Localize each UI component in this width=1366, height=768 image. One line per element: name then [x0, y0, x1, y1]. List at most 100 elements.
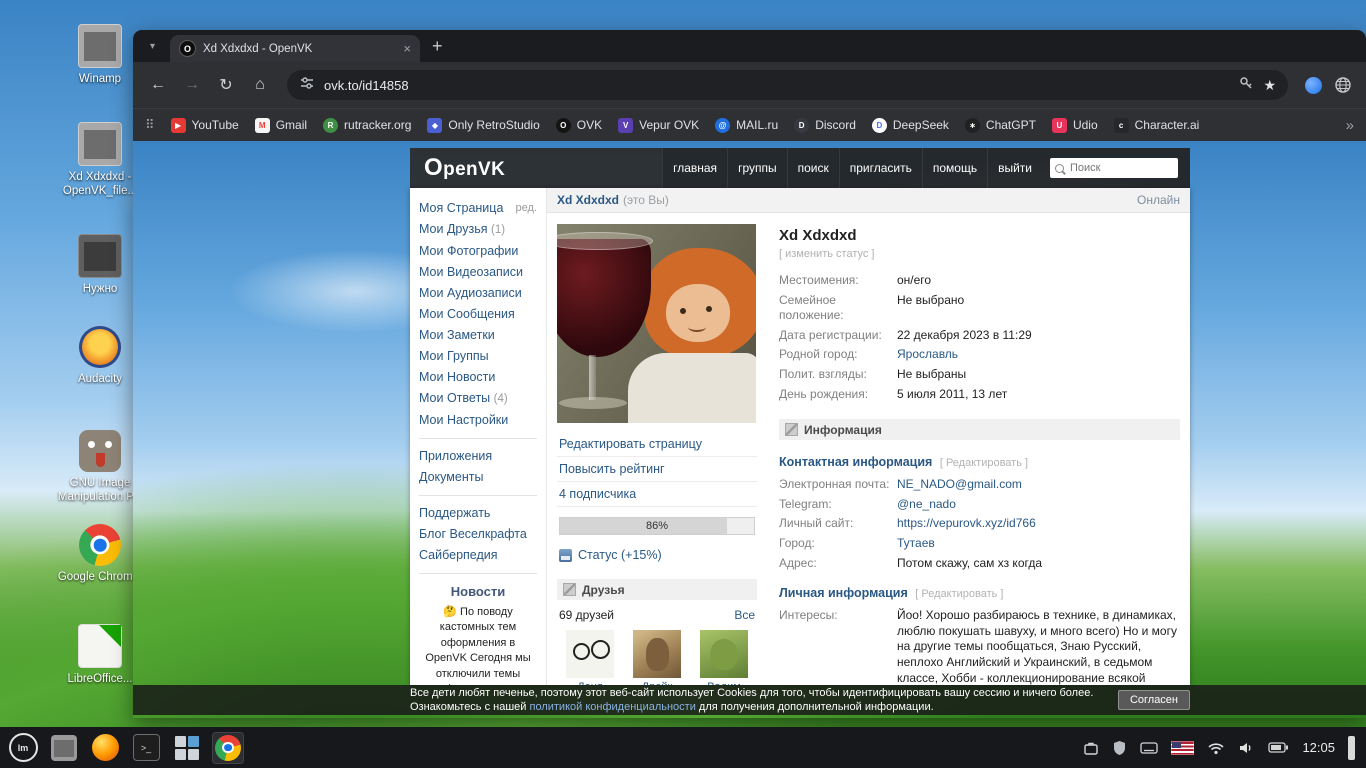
sidebar-item-settings[interactable]: Мои Настройки: [419, 410, 537, 431]
openvk-logo[interactable]: OpenVK: [410, 154, 519, 182]
friend-avatar[interactable]: [633, 630, 681, 678]
sidebar-item-groups[interactable]: Мои Группы: [419, 346, 537, 367]
edit-page-link[interactable]: Редактировать страницу: [557, 432, 757, 457]
sidebar-item-news[interactable]: Мои Новости: [419, 367, 537, 388]
archive-tray-icon[interactable]: [1083, 740, 1099, 756]
sidebar-item-cyberpedia[interactable]: Сайберпедия: [419, 545, 537, 566]
sidebar-item-audios[interactable]: Мои Аудиозаписи: [419, 283, 537, 304]
telegram-link[interactable]: @ne_nado: [897, 497, 1180, 513]
sidebar-item-documents[interactable]: Документы: [419, 467, 537, 488]
cookie-accept-button[interactable]: Согласен: [1118, 690, 1190, 710]
menu-button[interactable]: lm: [7, 732, 39, 764]
sidebar-item-friends[interactable]: Мои Друзья (1): [419, 219, 537, 241]
tab-search-button[interactable]: ▾: [141, 35, 164, 58]
nav-invite[interactable]: пригласить: [839, 148, 922, 188]
subscribers-link[interactable]: 4 подписчика: [557, 482, 757, 507]
bookmark-only-retrostudio[interactable]: ◆Only RetroStudio: [427, 118, 539, 133]
new-tab-button[interactable]: +: [432, 36, 443, 57]
sidebar-item-apps[interactable]: Приложения: [419, 446, 537, 467]
profile-photo[interactable]: [557, 224, 756, 423]
friends-all-link[interactable]: Все: [734, 608, 755, 622]
news-text[interactable]: 🤔 По поводу кастомных тем оформления в O…: [419, 605, 537, 685]
bookmark-mailru[interactable]: @MAIL.ru: [715, 118, 778, 133]
address-bar[interactable]: ovk.to/id14858 ★: [287, 70, 1288, 100]
nav-home[interactable]: главная: [662, 148, 727, 188]
forward-button[interactable]: →: [177, 70, 207, 100]
hometown-link[interactable]: Ярославль: [897, 347, 1180, 363]
password-key-icon[interactable]: [1238, 75, 1254, 96]
file-manager-icon: [51, 735, 77, 761]
bookmark-youtube[interactable]: ▶YouTube: [171, 118, 239, 133]
sidebar-item-notes[interactable]: Мои Заметки: [419, 325, 537, 346]
sidebar-item-videos[interactable]: Мои Видеозаписи: [419, 262, 537, 283]
friend-item[interactable]: Дрейк Крутоевич: [626, 630, 688, 685]
bookmark-vepur-ovk[interactable]: VVepur OVK: [618, 118, 699, 133]
battery-icon[interactable]: [1268, 742, 1289, 753]
wifi-icon[interactable]: [1207, 741, 1225, 755]
bookmark-gmail[interactable]: MGmail: [255, 118, 307, 133]
bookmark-ovk[interactable]: OOVK: [556, 118, 602, 133]
characterai-favicon: c: [1114, 118, 1129, 133]
nav-search[interactable]: поиск: [787, 148, 839, 188]
volume-icon[interactable]: [1238, 741, 1255, 755]
sidebar-item-answers[interactable]: Мои Ответы (4): [419, 388, 537, 410]
change-status-link[interactable]: [ изменить статус ]: [779, 248, 1180, 260]
firefox-button[interactable]: [89, 732, 121, 764]
sidebar-item-photos[interactable]: Мои Фотографии: [419, 241, 537, 262]
apps-grid-icon[interactable]: ⠿: [145, 117, 155, 133]
divider: [419, 495, 537, 496]
show-desktop-button[interactable]: [1348, 736, 1355, 760]
website-link[interactable]: https://vepurovk.xyz/id766: [897, 516, 1180, 532]
file-manager-button[interactable]: [48, 732, 80, 764]
bookmark-udio[interactable]: UUdio: [1052, 118, 1098, 133]
friend-item[interactable]: Вадим: [693, 630, 755, 685]
nav-help[interactable]: помощь: [922, 148, 987, 188]
openvk-search-input[interactable]: [1068, 161, 1164, 175]
extension-icon[interactable]: [1300, 72, 1326, 98]
us-flag-keyboard-layout[interactable]: [1171, 741, 1194, 755]
sidebar-item-blog[interactable]: Блог Веселкрафта: [419, 524, 537, 545]
terminal-button[interactable]: >_: [130, 732, 162, 764]
shield-tray-icon[interactable]: [1112, 740, 1127, 756]
chatgpt-favicon: ∗: [965, 118, 980, 133]
bookmark-rutracker[interactable]: Rrutracker.org: [323, 118, 411, 133]
keyboard-tray-icon[interactable]: [1140, 742, 1158, 754]
site-settings-icon[interactable]: [299, 75, 315, 96]
bookmark-star-icon[interactable]: ★: [1263, 77, 1276, 94]
nav-logout[interactable]: выйти: [987, 148, 1042, 188]
bookmark-deepseek[interactable]: DDeepSeek: [872, 118, 949, 133]
sidebar-item-my-page[interactable]: Моя Страницаред.: [419, 198, 537, 219]
globe-extension-icon[interactable]: [1330, 72, 1356, 98]
status-link[interactable]: Статус (+15%): [559, 548, 755, 562]
edit-shortcut[interactable]: ред.: [516, 198, 537, 219]
udio-favicon: U: [1052, 118, 1067, 133]
topbar-username[interactable]: Xd Xdxdxd: [557, 193, 619, 207]
email-link[interactable]: NE_NADO@gmail.com: [897, 477, 1180, 493]
friend-avatar[interactable]: [700, 630, 748, 678]
back-button[interactable]: ←: [143, 70, 173, 100]
edit-link[interactable]: [ Редактировать ]: [940, 457, 1028, 469]
friend-item[interactable]: Даня: [559, 630, 621, 685]
privacy-policy-link[interactable]: политикой конфиденциальности: [530, 701, 696, 713]
sidebar-item-donate[interactable]: Поддержать: [419, 503, 537, 524]
bookmark-characterai[interactable]: cCharacter.ai: [1114, 118, 1200, 133]
tab-close-icon[interactable]: ×: [403, 41, 411, 56]
boost-rating-link[interactable]: Повысить рейтинг: [557, 457, 757, 482]
reload-button[interactable]: ↻: [211, 70, 241, 100]
browser-tab[interactable]: O Xd Xdxdxd - OpenVK ×: [170, 35, 420, 62]
workspace-switcher[interactable]: [171, 732, 203, 764]
bookmark-discord[interactable]: DDiscord: [794, 118, 856, 133]
file-icon: [78, 122, 122, 166]
friend-avatar[interactable]: [566, 630, 614, 678]
sidebar-item-messages[interactable]: Мои Сообщения: [419, 304, 537, 325]
clock[interactable]: 12:05: [1302, 740, 1335, 755]
nav-groups[interactable]: группы: [727, 148, 787, 188]
bookmark-chatgpt[interactable]: ∗ChatGPT: [965, 118, 1036, 133]
city-link[interactable]: Тутаев: [897, 536, 1180, 552]
home-button[interactable]: ⌂: [245, 70, 275, 100]
chrome-taskbar-button[interactable]: [212, 732, 244, 764]
bookmarks-overflow-icon[interactable]: »: [1346, 117, 1354, 134]
edit-link[interactable]: [ Редактировать ]: [915, 588, 1003, 600]
page-viewport: OpenVK главная группы поиск пригласить п…: [133, 141, 1366, 718]
field-row: Электронная почта:NE_NADO@gmail.com: [779, 477, 1180, 493]
